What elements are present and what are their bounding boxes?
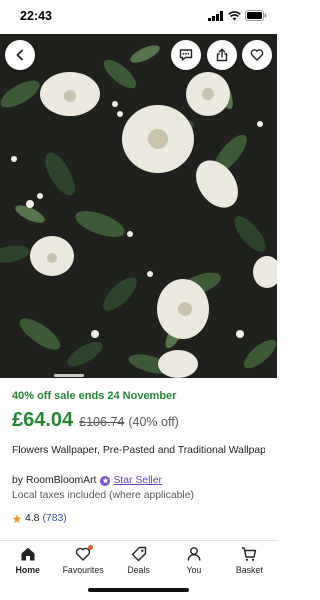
favourites-notification-dot [88,545,94,550]
share-icon [216,48,228,62]
image-carousel-indicator [54,374,84,377]
product-image[interactable] [0,34,277,378]
battery-icon [245,10,267,21]
tab-favourites[interactable]: Favourites [55,541,110,584]
message-seller-button[interactable] [171,40,201,70]
star-seller-badge-icon [100,475,111,486]
wifi-icon [228,10,241,20]
tab-you[interactable]: You [166,541,221,584]
share-button[interactable] [207,40,237,70]
price-row: £64.04 £106.74 (40% off) [12,409,179,432]
tab-label-you: You [186,565,202,575]
back-button[interactable] [5,40,35,70]
seller-name-link[interactable]: RoomBloomArt [26,475,96,486]
star-seller-link[interactable]: Star Seller [113,475,162,486]
home-icon [21,547,35,561]
basket-icon [242,547,257,561]
tab-label-basket: Basket [235,565,263,575]
rating-value: 4.8 [25,513,40,524]
tab-basket[interactable]: Basket [222,541,277,584]
rating-row[interactable]: 4.8 (783) [12,513,67,524]
tab-home[interactable]: Home [0,541,55,584]
tab-label-home: Home [15,565,40,575]
sale-banner-text: 40% off sale ends 24 November [12,390,177,402]
floral-wallpaper-image [0,34,277,378]
rating-star-icon [12,514,22,523]
taxes-note: Local taxes included (where applicable) [12,490,194,501]
heart-icon [250,49,264,61]
signal-icon [208,10,223,21]
back-arrow-icon [16,49,23,61]
status-time: 22:43 [20,9,52,23]
review-count-link[interactable]: (783) [42,513,66,524]
status-bar: 22:43 [0,0,277,34]
bottom-tab-bar: Home Favourites Deals You Basket [0,540,277,584]
tag-icon [131,546,146,562]
tab-label-favourites: Favourites [62,565,104,575]
home-indicator [88,588,189,592]
chat-icon [179,49,193,61]
tab-deals[interactable]: Deals [111,541,166,584]
favourite-button[interactable] [242,40,272,70]
seller-row: by RoomBloomArt Star Seller [12,475,162,486]
seller-by-label: by [12,475,23,486]
person-icon [187,547,201,561]
tab-label-deals: Deals [127,565,150,575]
original-price: £106.74 [79,415,125,429]
discount-percent: (40% off) [128,415,179,429]
sale-price: £64.04 [12,409,74,431]
listing-title[interactable]: Flowers Wallpaper, Pre-Pasted and Tradit… [12,444,265,458]
status-icons [208,10,267,21]
